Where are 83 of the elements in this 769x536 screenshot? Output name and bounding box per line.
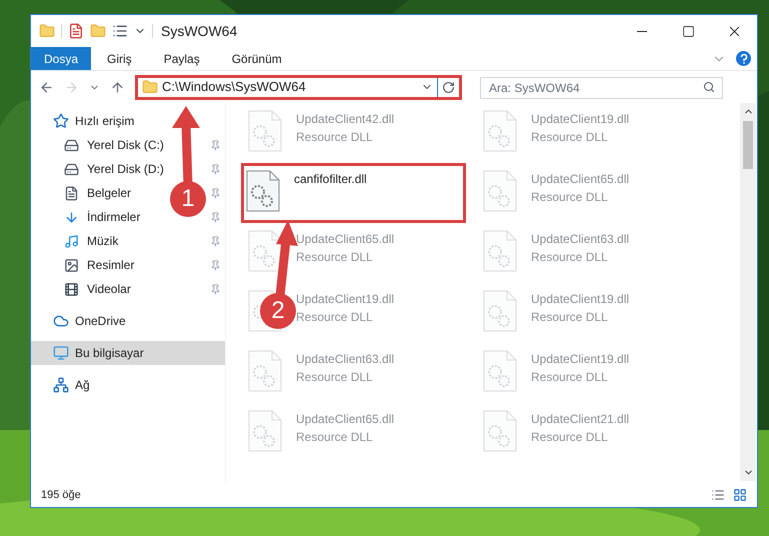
gear-file-icon <box>483 110 517 152</box>
highlighted-file-item[interactable]: canfifofilter.dll <box>241 163 466 223</box>
sidebar-item[interactable]: Belgeler <box>87 184 132 202</box>
ribbon-tab[interactable]: Giriş <box>91 47 148 70</box>
cloud-icon <box>53 313 69 329</box>
music-note-icon <box>64 234 79 248</box>
sidebar-item[interactable]: İndirmeler <box>87 208 140 226</box>
address-text: C:\Windows\SysWOW64 <box>162 78 306 96</box>
file-type: Resource DLL <box>531 369 609 386</box>
folder-icon[interactable] <box>39 23 55 39</box>
gear-file-icon <box>248 230 282 272</box>
file-type: Resource DLL <box>531 129 609 146</box>
address-field[interactable]: C:\Windows\SysWOW64 <box>135 74 462 100</box>
search-icon[interactable] <box>703 81 715 93</box>
gear-file-icon <box>248 350 282 392</box>
star-icon <box>53 113 69 129</box>
file-type: Resource DLL <box>296 249 374 266</box>
search-field[interactable]: Ara: SysWOW64 <box>480 77 723 99</box>
item-count: 195 öğe <box>41 488 81 503</box>
gear-file-icon <box>248 410 282 452</box>
file-type: Resource DLL <box>531 429 609 446</box>
properties-icon[interactable] <box>68 23 84 39</box>
pin-icon[interactable] <box>210 164 221 174</box>
document-icon <box>64 186 79 200</box>
new-folder-icon[interactable] <box>90 23 106 39</box>
gear-file-icon <box>483 350 517 392</box>
sidebar-item[interactable]: OneDrive <box>31 309 225 333</box>
sidebar-item[interactable]: Videolar <box>87 280 131 298</box>
file-type: Resource DLL <box>296 429 374 446</box>
gear-file-icon <box>483 230 517 272</box>
gear-file-icon <box>483 170 517 212</box>
gear-file-icon <box>248 110 282 152</box>
sidebar-item[interactable]: Hızlı erişim <box>31 109 225 133</box>
folder-icon <box>142 79 158 95</box>
sidebar-item[interactable]: Yerel Disk (D:) <box>87 160 164 178</box>
download-icon <box>64 210 79 224</box>
sidebar-item[interactable]: Müzik <box>87 232 118 250</box>
sidebar-label: Ağ <box>75 377 90 394</box>
gear-file-icon <box>246 170 280 212</box>
ribbon-tab[interactable]: Görünüm <box>216 47 298 70</box>
sidebar-item[interactable]: Yerel Disk (C:) <box>87 136 164 154</box>
file-type: Resource DLL <box>296 369 374 386</box>
help-icon[interactable] <box>736 51 751 66</box>
scrollbar[interactable] <box>740 103 756 481</box>
drive-icon <box>64 162 79 176</box>
large-icons-view-icon[interactable] <box>733 488 747 502</box>
sidebar-item[interactable]: Ağ <box>31 373 225 397</box>
sidebar-label: Hızlı erişim <box>75 113 134 130</box>
pin-icon[interactable] <box>210 236 221 246</box>
pin-icon[interactable] <box>210 260 221 270</box>
pin-icon[interactable] <box>210 212 221 222</box>
drive-icon <box>64 138 79 152</box>
sidebar-item[interactable]: Bu bilgisayar <box>31 341 225 365</box>
pin-icon[interactable] <box>210 140 221 150</box>
refresh-icon[interactable] <box>442 80 455 94</box>
back-icon[interactable] <box>39 80 54 94</box>
gear-file-icon <box>483 290 517 332</box>
monitor-icon <box>53 345 69 361</box>
file-name[interactable]: canfifofilter.dll <box>294 170 367 188</box>
window-title: SysWOW64 <box>161 22 238 41</box>
sidebar-item[interactable]: Resimler <box>87 256 134 274</box>
file-type: Resource DLL <box>296 309 374 326</box>
maximize-icon <box>682 24 694 38</box>
forward-icon[interactable] <box>64 80 79 94</box>
image-icon <box>64 258 79 272</box>
ribbon-tab[interactable]: Dosya <box>31 47 92 70</box>
gear-file-icon <box>483 410 517 452</box>
sidebar-label: Bu bilgisayar <box>75 345 144 362</box>
minimize-icon <box>637 30 647 32</box>
file-type: Resource DLL <box>296 129 374 146</box>
network-icon <box>53 377 69 393</box>
pin-icon[interactable] <box>210 284 221 294</box>
view-icon[interactable] <box>112 23 128 39</box>
details-view-icon[interactable] <box>711 488 725 502</box>
pin-icon[interactable] <box>210 188 221 198</box>
ribbon-tab[interactable]: Paylaş <box>148 47 216 70</box>
file-type: Resource DLL <box>531 309 609 326</box>
file-type: Resource DLL <box>531 249 609 266</box>
sidebar-label: OneDrive <box>75 313 126 330</box>
up-icon[interactable] <box>110 80 125 94</box>
scroll-thumb[interactable] <box>743 121 753 169</box>
file-type: Resource DLL <box>531 189 609 206</box>
film-icon <box>64 282 79 296</box>
